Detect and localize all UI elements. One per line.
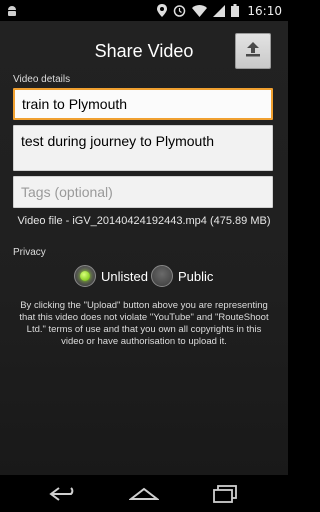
location-pin-icon <box>157 4 168 17</box>
title-field[interactable]: train to Plymouth <box>13 88 273 120</box>
privacy-label: Privacy <box>13 247 46 258</box>
public-radio[interactable] <box>150 265 173 287</box>
home-nav-icon[interactable] <box>129 483 159 505</box>
upload-button[interactable] <box>235 33 271 69</box>
status-time: 16:10 <box>247 3 282 18</box>
unlisted-radio[interactable] <box>74 265 96 287</box>
share-video-screen: Share Video Video details train to Plymo… <box>0 21 288 475</box>
unlisted-label[interactable]: Unlisted <box>101 269 148 284</box>
header: Share Video <box>0 21 288 79</box>
video-details-label: Video details <box>13 74 71 85</box>
video-file-info: Video file - iGV_20140424192443.mp4 (475… <box>17 215 271 227</box>
status-bar: 16:10 <box>0 0 288 21</box>
upload-icon <box>244 41 262 61</box>
upload-disclaimer: By clicking the "Upload" button above yo… <box>19 300 269 347</box>
alarm-icon <box>173 4 186 17</box>
navigation-bar <box>0 475 288 512</box>
cell-signal-icon <box>213 4 226 17</box>
description-field[interactable]: test during journey to Plymouth <box>13 125 273 171</box>
battery-icon <box>231 4 240 17</box>
public-label[interactable]: Public <box>178 269 213 284</box>
privacy-radio-group: Unlisted Public <box>74 265 216 287</box>
radio-selected-indicator <box>80 271 90 281</box>
recents-nav-icon[interactable] <box>210 483 240 505</box>
android-debug-icon <box>6 5 18 17</box>
wifi-icon <box>192 4 208 17</box>
back-nav-icon[interactable] <box>48 483 78 505</box>
tags-field[interactable]: Tags (optional) <box>13 176 273 208</box>
